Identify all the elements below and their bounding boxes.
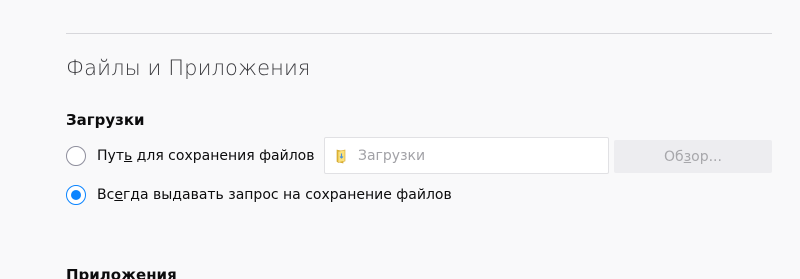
always-ask-option[interactable]: Всегда выдавать запрос на сохранение фай…	[66, 185, 452, 205]
always-ask-radio[interactable]	[66, 185, 86, 205]
download-path-field[interactable]: Загрузки	[324, 137, 609, 174]
folder-icon	[335, 148, 349, 164]
download-path-value: Загрузки	[358, 147, 426, 164]
preferences-page: Файлы и Приложения Загрузки Путь для сох…	[0, 0, 800, 279]
always-ask-label: Всегда выдавать запрос на сохранение фай…	[97, 187, 452, 203]
browse-button[interactable]: Об з ор...	[614, 140, 772, 173]
downloads-group-title: Загрузки	[66, 111, 145, 129]
save-path-label: Путь для сохранения файлов	[97, 148, 315, 164]
applications-group-title: Приложения	[66, 266, 177, 279]
save-path-radio[interactable]	[66, 146, 86, 166]
save-path-option[interactable]: Путь для сохранения файлов	[66, 146, 315, 166]
section-divider	[66, 33, 772, 34]
section-title: Файлы и Приложения	[66, 56, 311, 80]
